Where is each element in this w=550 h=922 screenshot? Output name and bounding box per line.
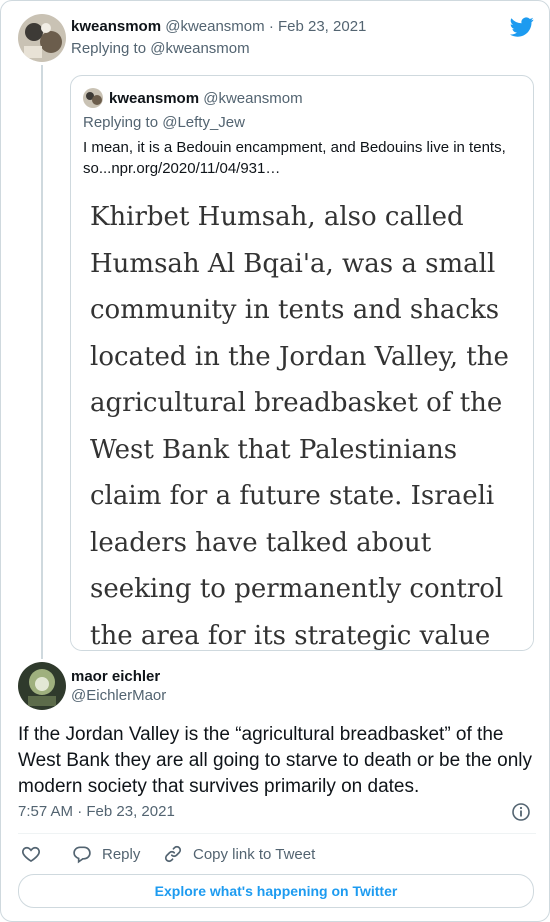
author-handle[interactable]: @EichlerMaor: [71, 686, 166, 706]
tweet-time[interactable]: 7:57 AM: [18, 803, 73, 820]
image-line: seeking to permanently control: [90, 574, 504, 604]
replying-to: Replying to @kweansmom: [71, 39, 250, 59]
author-avatar[interactable]: [18, 662, 66, 710]
image-line: the area for its strategic value: [90, 620, 491, 651]
twitter-bird-icon[interactable]: [510, 15, 534, 39]
reply-label: Reply: [102, 845, 141, 863]
image-line: Khirbet Humsah, also called: [90, 202, 464, 232]
parent-date[interactable]: Feb 23, 2021: [278, 18, 366, 35]
author-name[interactable]: maor eichler: [71, 667, 160, 687]
quoted-image-text: Khirbet Humsah, also called Humsah Al Bq…: [90, 194, 530, 650]
copy-link-label: Copy link to Tweet: [193, 845, 316, 863]
image-line: claim for a future state. Israeli: [90, 481, 495, 511]
quoted-tweet[interactable]: kweansmom @kweansmom Replying to @Lefty_…: [70, 75, 534, 651]
thread-line: [41, 65, 43, 659]
image-line: community in tents and shacks: [90, 295, 500, 325]
separator: ·: [77, 803, 83, 820]
explore-twitter-button[interactable]: Explore what's happening on Twitter: [18, 874, 534, 908]
reply-button[interactable]: Reply: [72, 844, 140, 864]
quoted-handle: @kweansmom: [203, 90, 303, 107]
quoted-text: I mean, it is a Bedouin encampment, and …: [83, 139, 506, 177]
copy-link-button[interactable]: Copy link to Tweet: [163, 844, 315, 864]
embedded-tweet-card: kweansmom @kweansmom · Feb 23, 2021 Repl…: [0, 0, 550, 922]
quoted-name: kweansmom: [109, 90, 200, 107]
info-icon[interactable]: [511, 802, 531, 822]
like-button[interactable]: [21, 844, 51, 864]
tweet-date[interactable]: Feb 23, 2021: [86, 803, 174, 820]
replying-to-handle[interactable]: @kweansmom: [150, 40, 249, 57]
heart-icon: [22, 846, 40, 863]
tweet-actions: Reply Copy link to Tweet: [1, 844, 549, 864]
quoted-replying-to: Replying to @Lefty_Jew: [83, 113, 245, 133]
quoted-header: kweansmom @kweansmom: [109, 89, 303, 109]
image-line: leaders have talked about: [90, 527, 432, 558]
parent-avatar[interactable]: [18, 14, 66, 62]
tweet-timestamp[interactable]: 7:57 AM · Feb 23, 2021: [18, 802, 175, 822]
parent-name[interactable]: kweansmom: [71, 18, 161, 35]
quoted-avatar: [83, 88, 103, 108]
image-line: West Bank that Palestinians: [90, 434, 458, 465]
parent-handle[interactable]: @kweansmom: [165, 18, 264, 35]
separator: ·: [268, 18, 274, 35]
quoted-replying-label: Replying to: [83, 114, 159, 131]
image-line: agricultural breadbasket of the: [90, 388, 503, 418]
quoted-replying-handle: @Lefty_Jew: [162, 114, 245, 131]
tweet-text: If the Jordan Valley is the “agricultura…: [18, 724, 533, 797]
divider: [18, 833, 536, 834]
image-line: Humsah Al Bqai'a, was a small: [90, 248, 496, 279]
quoted-image[interactable]: Khirbet Humsah, also called Humsah Al Bq…: [71, 184, 533, 650]
parent-header: kweansmom @kweansmom · Feb 23, 2021: [71, 17, 366, 37]
reply-bubble-icon: [73, 846, 91, 864]
replying-to-label: Replying to: [71, 40, 147, 57]
image-line: located in the Jordan Valley, the: [90, 341, 509, 372]
link-icon: [164, 845, 182, 863]
